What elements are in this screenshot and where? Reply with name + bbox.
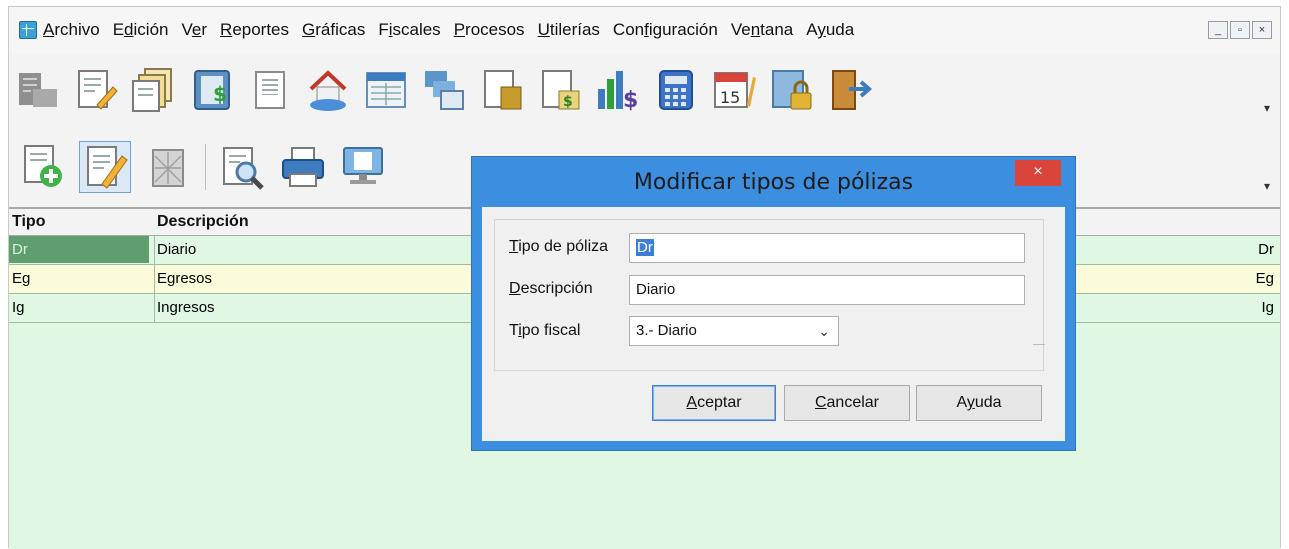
column-divider <box>154 236 155 264</box>
menu-ayuda[interactable]: Ayuda <box>806 20 854 40</box>
menu-utilerias[interactable]: Utilerías <box>538 20 600 40</box>
documents-icon[interactable] <box>131 67 177 113</box>
dialog-close-button[interactable]: × <box>1015 160 1061 186</box>
cell-descripcion: Egresos <box>157 270 213 287</box>
cell-right: Eg <box>1255 270 1274 287</box>
tipo-poliza-label: Tipo de póliza <box>509 238 609 255</box>
reports-icon[interactable] <box>421 67 467 113</box>
descripcion-label: Descripción <box>509 280 593 297</box>
toolbar2-overflow-icon[interactable]: ▾ <box>1264 179 1270 193</box>
column-header-tipo[interactable]: Tipo <box>12 213 45 231</box>
minimize-button[interactable]: _ <box>1208 21 1228 39</box>
chevron-down-icon: ⌄ <box>818 323 830 339</box>
svg-text:$: $ <box>623 88 638 113</box>
ledger-icon[interactable]: $ <box>189 67 235 113</box>
help-button[interactable]: Ayuda <box>916 385 1042 421</box>
menu-edicion[interactable]: Edición <box>113 20 169 40</box>
menu-bar: Archivo Edición Ver Reportes Gráficas Fi… <box>9 7 1280 53</box>
folder-doc-icon[interactable] <box>479 67 525 113</box>
cell-right: Dr <box>1258 241 1274 258</box>
column-header-descripcion[interactable]: Descripción <box>157 213 249 231</box>
fields-group: Tipo de póliza Dr Descripción Diario Tip… <box>494 219 1045 371</box>
dialog-body: Tipo de póliza Dr Descripción Diario Tip… <box>482 207 1065 441</box>
toolbar-overflow-icon[interactable]: ▾ <box>1264 101 1270 115</box>
svg-text:$: $ <box>563 94 573 110</box>
mdi-window-controls: _ ▫ × <box>1208 21 1272 39</box>
main-toolbar: $ $ $ 15 ▾ <box>9 55 1280 125</box>
cell-tipo: Dr <box>9 236 149 263</box>
cell-right: Ig <box>1261 299 1274 316</box>
svg-text:15: 15 <box>720 88 740 107</box>
menu-ventana[interactable]: Ventana <box>731 20 793 40</box>
menu-archivo[interactable]: Archivo <box>43 20 100 40</box>
cancel-button[interactable]: Cancelar <box>784 385 910 421</box>
calculator-icon[interactable] <box>653 67 699 113</box>
menu-configuracion[interactable]: Configuración <box>613 20 718 40</box>
cell-tipo: Ig <box>12 299 25 316</box>
catalog-icon[interactable] <box>15 67 61 113</box>
menu-reportes[interactable]: Reportes <box>220 20 289 40</box>
tipo-fiscal-select[interactable]: 3.- Diario ⌄ <box>629 316 839 346</box>
app-grid-icon[interactable] <box>19 21 37 39</box>
menu-ver[interactable]: Ver <box>181 20 207 40</box>
money-doc-icon[interactable]: $ <box>537 67 583 113</box>
add-record-icon[interactable] <box>19 144 65 190</box>
dialog-title[interactable]: Modificar tipos de pólizas <box>472 157 1075 207</box>
tipo-fiscal-label: Tipo fiscal <box>509 322 581 339</box>
tipo-poliza-input[interactable]: Dr <box>629 233 1025 263</box>
column-divider <box>154 265 155 293</box>
cell-descripcion: Diario <box>157 241 197 258</box>
toolbar-separator <box>205 144 206 190</box>
menu-procesos[interactable]: Procesos <box>454 20 525 40</box>
home-icon[interactable] <box>305 67 351 113</box>
close-window-button[interactable]: × <box>1252 21 1272 39</box>
descripcion-input[interactable]: Diario <box>629 275 1025 305</box>
calendar-icon[interactable]: 15 <box>711 67 757 113</box>
edit-record-icon[interactable] <box>79 141 131 193</box>
chart-money-icon[interactable]: $ <box>595 67 641 113</box>
preview-icon[interactable] <box>220 144 266 190</box>
column-divider <box>154 294 155 322</box>
lock-icon[interactable] <box>769 67 815 113</box>
modify-policy-type-dialog: Modificar tipos de pólizas × Tipo de pól… <box>471 156 1076 451</box>
svg-text:$: $ <box>213 82 227 106</box>
cell-descripcion: Ingresos <box>157 299 215 316</box>
calendar-table-icon[interactable] <box>363 67 409 113</box>
print-icon[interactable] <box>280 144 326 190</box>
menu-fiscales[interactable]: Fiscales <box>378 20 440 40</box>
exit-door-icon[interactable] <box>827 67 873 113</box>
notes-icon[interactable] <box>73 67 119 113</box>
cell-tipo: Eg <box>12 270 31 287</box>
restore-button[interactable]: ▫ <box>1230 21 1250 39</box>
menu-graficas[interactable]: Gráficas <box>302 20 365 40</box>
screen-icon[interactable] <box>340 144 386 190</box>
page-icon[interactable] <box>247 67 293 113</box>
delete-record-icon[interactable] <box>145 144 191 190</box>
accept-button[interactable]: Aceptar <box>652 385 776 421</box>
